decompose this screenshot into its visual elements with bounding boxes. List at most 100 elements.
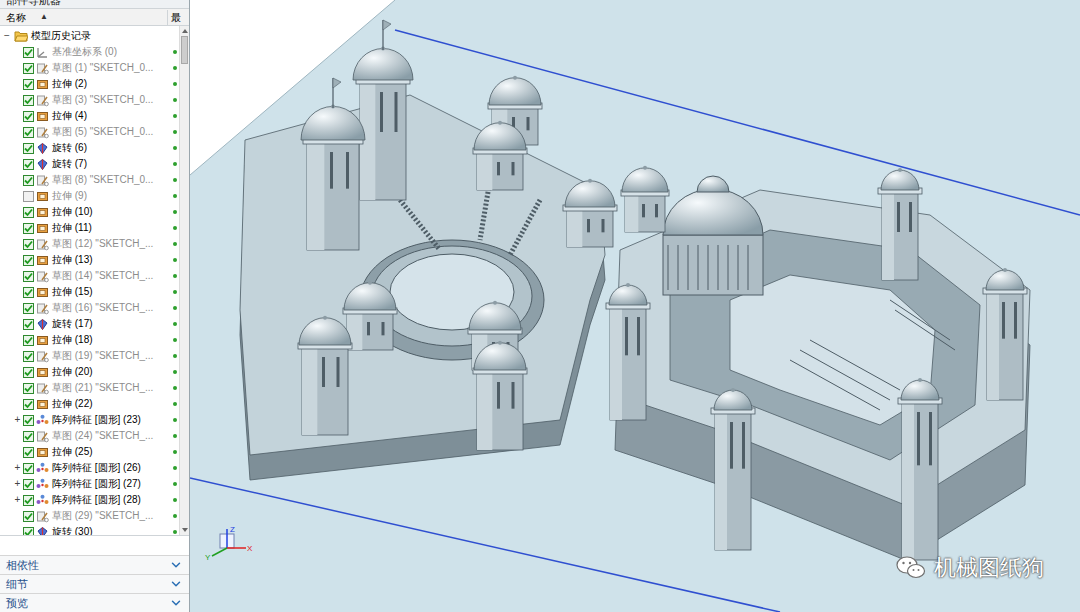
tree-row[interactable]: +阵列特征 [圆形] (28) <box>0 492 179 508</box>
tree-row[interactable]: 拉伸 (13) <box>0 252 179 268</box>
visibility-checkbox[interactable] <box>23 383 34 394</box>
tree-row[interactable]: 草图 (19) "SKETCH_... <box>0 348 179 364</box>
tree-row[interactable]: 拉伸 (4) <box>0 108 179 124</box>
tree-row[interactable]: 草图 (8) "SKETCH_0... <box>0 172 179 188</box>
feature-label[interactable]: 阵列特征 [圆形] (27) <box>52 477 171 491</box>
visibility-checkbox[interactable] <box>23 95 34 106</box>
visibility-checkbox[interactable] <box>23 63 34 74</box>
visibility-checkbox[interactable] <box>23 127 34 138</box>
visibility-checkbox[interactable] <box>23 319 34 330</box>
tree-row[interactable]: 草图 (21) "SKETCH_... <box>0 380 179 396</box>
feature-label[interactable]: 拉伸 (4) <box>52 109 171 123</box>
expand-toggle[interactable]: + <box>15 479 21 489</box>
feature-label[interactable]: 草图 (12) "SKETCH_... <box>52 237 171 251</box>
visibility-checkbox[interactable] <box>23 431 34 442</box>
visibility-checkbox[interactable] <box>23 287 34 298</box>
tree-row[interactable]: 草图 (1) "SKETCH_0... <box>0 60 179 76</box>
feature-label[interactable]: 拉伸 (15) <box>52 285 171 299</box>
feature-label[interactable]: 旋转 (7) <box>52 157 171 171</box>
feature-label[interactable]: 旋转 (30) <box>52 525 171 535</box>
tree-row[interactable]: 草图 (16) "SKETCH_... <box>0 300 179 316</box>
tree-row[interactable]: 拉伸 (25) <box>0 444 179 460</box>
tree-row[interactable]: + 阵列特征 [圆形] (26) <box>0 460 179 476</box>
feature-label[interactable]: 拉伸 (9) <box>52 189 171 203</box>
visibility-checkbox[interactable] <box>23 79 34 90</box>
visibility-checkbox[interactable] <box>23 367 34 378</box>
visibility-checkbox[interactable] <box>23 271 34 282</box>
visibility-checkbox[interactable] <box>23 159 34 170</box>
tree-root[interactable]: − 模型历史记录 <box>0 28 179 44</box>
tree-row[interactable]: 拉伸 (11) <box>0 220 179 236</box>
feature-label[interactable]: 阵列特征 [圆形] (26) <box>52 461 171 475</box>
tree-row[interactable]: + 阵列特征 [圆形] (23) <box>0 412 179 428</box>
feature-label[interactable]: 拉伸 (25) <box>52 445 171 459</box>
visibility-checkbox[interactable] <box>23 47 34 58</box>
feature-label[interactable]: 拉伸 (18) <box>52 333 171 347</box>
tree-row[interactable]: 草图 (14) "SKETCH_... <box>0 268 179 284</box>
tree-row[interactable]: 拉伸 (10) <box>0 204 179 220</box>
visibility-checkbox[interactable] <box>23 111 34 122</box>
visibility-checkbox[interactable] <box>23 527 34 536</box>
feature-label[interactable]: 拉伸 (11) <box>52 221 171 235</box>
visibility-checkbox[interactable] <box>23 399 34 410</box>
visibility-checkbox[interactable] <box>23 479 34 490</box>
feature-label[interactable]: 阵列特征 [圆形] (23) <box>52 413 171 427</box>
tree-row[interactable]: 拉伸 (9) <box>0 188 179 204</box>
expand-toggle[interactable]: + <box>15 415 21 425</box>
tree-row[interactable]: 拉伸 (22) <box>0 396 179 412</box>
visibility-checkbox[interactable] <box>23 191 34 202</box>
visibility-checkbox[interactable] <box>23 303 34 314</box>
feature-label[interactable]: 草图 (29) "SKETCH_... <box>52 509 171 523</box>
tree-row[interactable]: 草图 (3) "SKETCH_0... <box>0 92 179 108</box>
visibility-checkbox[interactable] <box>23 335 34 346</box>
feature-label[interactable]: 草图 (14) "SKETCH_... <box>52 269 171 283</box>
feature-label[interactable]: 旋转 (17) <box>52 317 171 331</box>
tree-row[interactable]: 旋转 (17) <box>0 316 179 332</box>
tree-row[interactable]: 草图 (24) "SKETCH_... <box>0 428 179 444</box>
scroll-down-icon[interactable] <box>180 525 190 535</box>
collapse-toggle[interactable]: − <box>2 31 12 41</box>
scroll-thumb[interactable] <box>181 36 188 64</box>
model-view[interactable] <box>190 0 1080 612</box>
tree-row[interactable]: + 阵列特征 [圆形] (27) <box>0 476 179 492</box>
feature-label[interactable]: 草图 (24) "SKETCH_... <box>52 429 171 443</box>
tree-row[interactable]: 旋转 (7) <box>0 156 179 172</box>
visibility-checkbox[interactable] <box>23 351 34 362</box>
feature-label[interactable]: 旋转 (6) <box>52 141 171 155</box>
visibility-checkbox[interactable] <box>23 207 34 218</box>
feature-label[interactable]: 拉伸 (2) <box>52 77 171 91</box>
feature-label[interactable]: 拉伸 (13) <box>52 253 171 267</box>
feature-label[interactable]: 拉伸 (10) <box>52 205 171 219</box>
tree-row[interactable]: 草图 (5) "SKETCH_0... <box>0 124 179 140</box>
tree-row[interactable]: 拉伸 (18) <box>0 332 179 348</box>
feature-label[interactable]: 拉伸 (22) <box>52 397 171 411</box>
tree-row[interactable]: 拉伸 (20) <box>0 364 179 380</box>
visibility-checkbox[interactable] <box>23 495 34 506</box>
expand-toggle[interactable]: + <box>15 463 21 473</box>
feature-label[interactable]: 草图 (16) "SKETCH_... <box>52 301 171 315</box>
feature-label[interactable]: 拉伸 (20) <box>52 365 171 379</box>
sort-indicator[interactable]: ▲ <box>40 11 48 23</box>
tree-root-label[interactable]: 模型历史记录 <box>31 29 91 43</box>
visibility-checkbox[interactable] <box>23 175 34 186</box>
tree-row[interactable]: 草图 (29) "SKETCH_... <box>0 508 179 524</box>
panel-section[interactable]: 相依性 <box>0 555 189 574</box>
visibility-checkbox[interactable] <box>23 239 34 250</box>
visibility-checkbox[interactable] <box>23 223 34 234</box>
panel-section[interactable]: 预览 <box>0 593 189 612</box>
scroll-up-icon[interactable] <box>180 26 190 36</box>
tree-row[interactable]: 拉伸 (15) <box>0 284 179 300</box>
latest-column[interactable]: 最 <box>167 10 189 25</box>
scrollbar[interactable] <box>179 26 189 535</box>
panel-section[interactable]: 细节 <box>0 574 189 593</box>
visibility-checkbox[interactable] <box>23 143 34 154</box>
feature-label[interactable]: 基准坐标系 (0) <box>52 45 171 59</box>
tree-row[interactable]: 旋转 (6) <box>0 140 179 156</box>
graphics-viewport[interactable]: XYZ机械图纸狗 <box>190 0 1080 612</box>
tree-row[interactable]: 草图 (12) "SKETCH_... <box>0 236 179 252</box>
feature-label[interactable]: 草图 (5) "SKETCH_0... <box>52 125 171 139</box>
feature-label[interactable]: 草图 (1) "SKETCH_0... <box>52 61 171 75</box>
tree-row[interactable]: 拉伸 (2) <box>0 76 179 92</box>
name-column[interactable]: 名称 <box>0 10 40 25</box>
visibility-checkbox[interactable] <box>23 463 34 474</box>
